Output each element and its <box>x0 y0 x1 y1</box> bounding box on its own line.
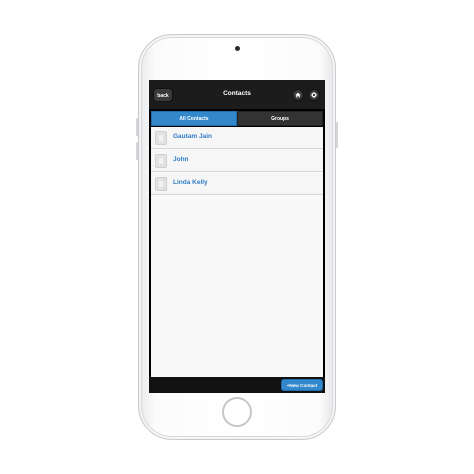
app-footer: +New Contact <box>149 377 325 393</box>
contact-avatar-icon <box>155 131 167 145</box>
app-screen: back Contacts All Contacts Groups Gautam… <box>149 80 325 393</box>
power-button <box>336 122 338 148</box>
contact-avatar-icon <box>155 154 167 168</box>
app-header: back Contacts <box>149 80 325 110</box>
gear-icon <box>311 92 317 98</box>
tab-groups[interactable]: Groups <box>237 111 323 126</box>
contact-list: Gautam Jain John Linda Kelly <box>151 127 323 377</box>
device-mockup: back Contacts All Contacts Groups Gautam… <box>0 0 474 474</box>
contact-name: Gautam Jain <box>173 133 213 140</box>
list-item[interactable]: John <box>151 150 323 172</box>
tab-all-contacts[interactable]: All Contacts <box>151 111 237 126</box>
contact-avatar-icon <box>155 177 167 191</box>
contact-name: John <box>173 156 189 163</box>
list-item[interactable]: Linda Kelly <box>151 173 323 195</box>
page-title: Contacts <box>223 90 251 97</box>
home-button[interactable] <box>292 89 304 101</box>
home-hardware-button[interactable] <box>222 397 252 427</box>
list-item[interactable]: Gautam Jain <box>151 127 323 149</box>
back-button[interactable]: back <box>153 88 173 102</box>
volume-button-top <box>136 118 138 136</box>
tab-bar: All Contacts Groups <box>151 111 323 126</box>
front-sensor-dot <box>235 46 240 51</box>
contact-name: Linda Kelly <box>173 179 208 186</box>
home-icon <box>295 92 301 98</box>
volume-button-bottom <box>136 142 138 160</box>
settings-button[interactable] <box>308 89 320 101</box>
new-contact-button[interactable]: +New Contact <box>281 379 323 391</box>
